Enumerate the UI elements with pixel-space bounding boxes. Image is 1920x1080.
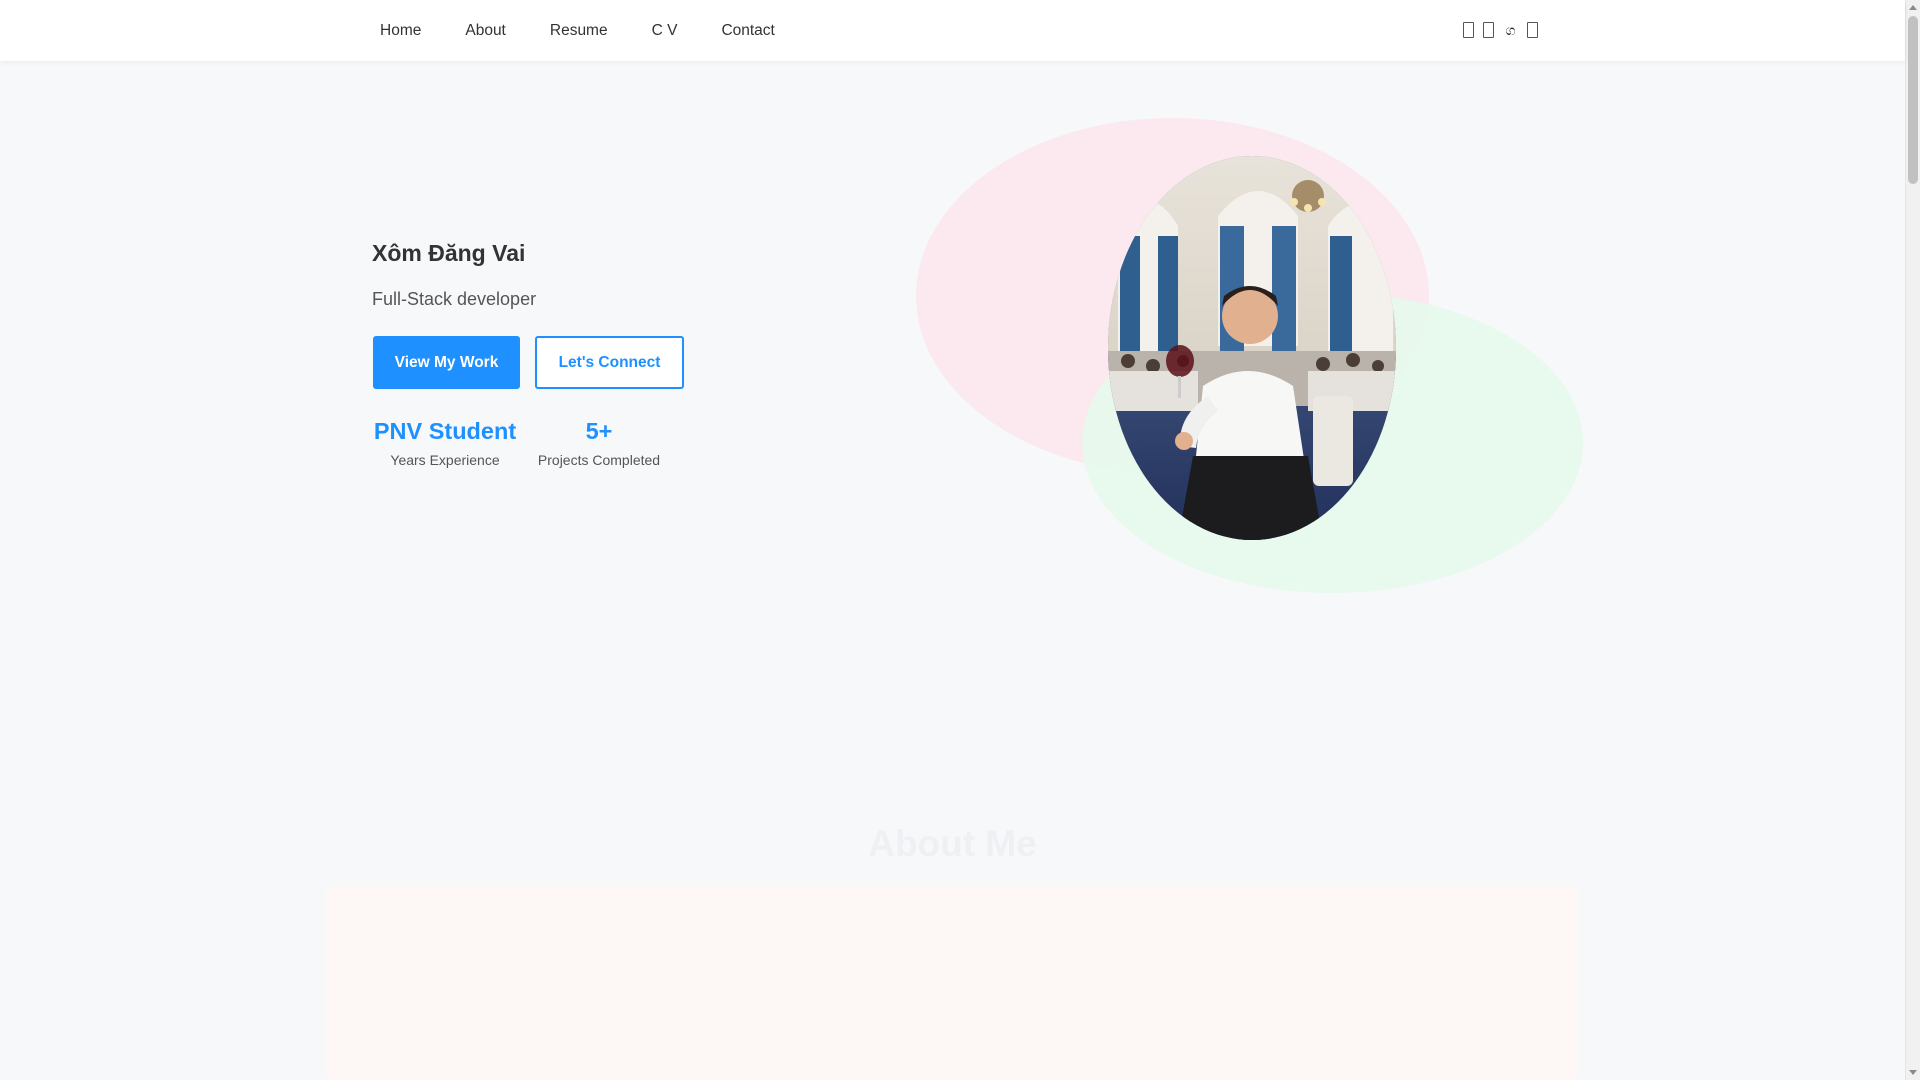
stat-projects-value: 5+ bbox=[585, 418, 613, 444]
stat-projects-label: Projects Completed bbox=[537, 452, 661, 468]
facebook-icon[interactable] bbox=[1463, 22, 1474, 38]
hero-role: Full-Stack developer bbox=[372, 289, 537, 309]
about-section-title: About Me bbox=[868, 823, 1037, 864]
linkedin-icon[interactable] bbox=[1483, 22, 1494, 38]
scroll-thumb[interactable] bbox=[1908, 16, 1918, 184]
stat-projects: 5+ Projects Completed bbox=[537, 414, 661, 468]
nav-resume[interactable]: Resume bbox=[528, 0, 630, 61]
scroll-down-icon[interactable] bbox=[1909, 1070, 1917, 1075]
navbar: Home About Resume C V Contact ග bbox=[0, 0, 1905, 61]
nav-home[interactable]: Home bbox=[358, 0, 443, 61]
scroll-up-icon[interactable] bbox=[1909, 5, 1917, 10]
github-icon[interactable] bbox=[1527, 22, 1538, 38]
hero-name: Xôm Đăng Vai bbox=[372, 240, 526, 266]
about-card bbox=[326, 886, 1578, 1080]
profile-photo bbox=[1108, 156, 1396, 540]
nav-cv[interactable]: C V bbox=[630, 0, 700, 61]
nav-about[interactable]: About bbox=[443, 0, 528, 61]
page-scrollbar[interactable] bbox=[1905, 0, 1920, 1080]
social-links: ග bbox=[1463, 22, 1538, 38]
stat-experience: PNV Student Years Experience bbox=[372, 414, 518, 468]
messenger-icon[interactable]: ග bbox=[1503, 22, 1518, 38]
stat-experience-label: Years Experience bbox=[390, 452, 500, 468]
view-my-work-button[interactable]: View My Work bbox=[373, 336, 520, 389]
stat-experience-value: PNV Student bbox=[373, 418, 517, 444]
lets-connect-button[interactable]: Let's Connect bbox=[535, 336, 684, 389]
main-nav: Home About Resume C V Contact bbox=[358, 0, 797, 61]
profile-photo-illustration bbox=[1108, 156, 1396, 540]
nav-contact[interactable]: Contact bbox=[699, 0, 796, 61]
